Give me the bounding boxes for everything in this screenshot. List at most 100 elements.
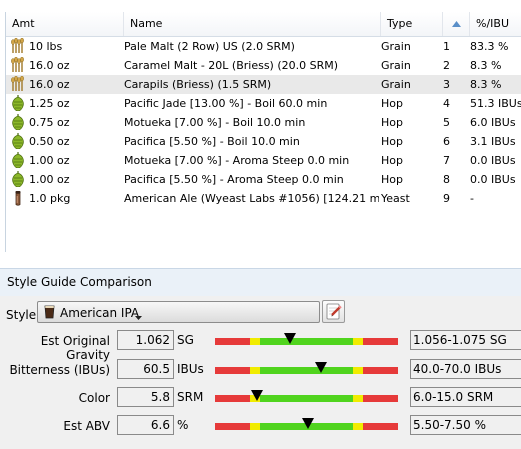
range-bar-og — [215, 333, 398, 345]
grain-icon — [10, 37, 26, 56]
column-header-type[interactable]: Type — [381, 12, 443, 36]
amount: 10 lbs — [29, 40, 63, 53]
range-bar-warning-low — [250, 338, 260, 345]
ingredient-type: Yeast — [381, 192, 410, 205]
table-row[interactable]: 10 lbs Pale Malt (2 Row) US (2.0 SRM) Gr… — [6, 37, 521, 56]
ingredient-number: 9 — [443, 192, 450, 205]
range-bar-high — [363, 395, 398, 402]
ingredient-name: Motueka [7.00 %] - Boil 10.0 min — [124, 116, 306, 129]
ingredient-number: 4 — [443, 97, 450, 110]
table-row[interactable]: 1.00 oz Motueka [7.00 %] - Aroma Steep 0… — [6, 151, 521, 170]
ingredient-number: 8 — [443, 173, 450, 186]
amount: 1.00 oz — [29, 154, 70, 167]
metric-unit: IBUs — [177, 362, 204, 376]
ingredient-percent-ibu: 83.3 % — [470, 40, 509, 53]
range-bar-low — [215, 423, 250, 430]
ingredient-name: Pacific Jade [13.00 %] - Boil 60.0 min — [124, 97, 328, 110]
metric-value: 60.5 — [117, 359, 174, 379]
column-header-percent-ibu[interactable]: %/IBU — [470, 12, 521, 36]
hop-icon — [10, 95, 26, 113]
style-dropdown-value: American IPA — [60, 306, 140, 320]
ingredient-number: 2 — [443, 59, 450, 72]
range-bar-in-range — [260, 367, 353, 374]
ingredient-name: American Ale (Wyeast Labs #1056) [124.21… — [124, 192, 379, 205]
range-bar-high — [363, 367, 398, 374]
ingredient-percent-ibu: 8.3 % — [470, 59, 502, 72]
ingredient-name: Pale Malt (2 Row) US (2.0 SRM) — [124, 40, 295, 53]
amount: 16.0 oz — [29, 78, 70, 91]
edit-style-button[interactable] — [322, 300, 345, 323]
ingredient-number: 6 — [443, 135, 450, 148]
ingredient-percent-ibu: 3.1 IBUs — [470, 135, 516, 148]
chevron-down-icon — [135, 310, 142, 323]
range-text: 1.056-1.075 SG — [410, 330, 521, 350]
amount: 0.75 oz — [29, 116, 70, 129]
ingredient-type: Hop — [381, 154, 403, 167]
range-marker-icon — [302, 418, 315, 432]
yeast-icon — [10, 190, 26, 208]
metric-value: 5.8 — [117, 387, 174, 407]
column-header-amt[interactable]: Amt — [6, 12, 124, 36]
range-text: 40.0-70.0 IBUs — [410, 359, 521, 379]
ingredient-type: Hop — [381, 173, 403, 186]
range-marker-icon — [251, 390, 264, 404]
beer-glass-icon — [44, 305, 55, 322]
hop-icon — [10, 152, 26, 170]
range-text: 5.50-7.50 % — [410, 415, 521, 435]
range-bar-ibu — [215, 362, 398, 374]
ingredient-type: Grain — [381, 78, 411, 91]
ingredient-percent-ibu: 0.0 IBUs — [470, 173, 516, 186]
metric-label: Est ABV — [63, 419, 110, 433]
table-row[interactable]: 0.75 oz Motueka [7.00 %] - Boil 10.0 min… — [6, 113, 521, 132]
range-bar-warning-high — [353, 395, 363, 402]
range-bar-low — [215, 367, 250, 374]
metric-label: Color — [78, 391, 110, 405]
range-bar-low — [215, 338, 250, 345]
hop-icon — [10, 171, 26, 189]
ingredient-type: Hop — [381, 97, 403, 110]
range-bar-high — [363, 338, 398, 345]
range-bar-abv — [215, 418, 398, 430]
style-dropdown[interactable]: American IPA — [37, 301, 320, 323]
metric-value: 1.062 — [117, 330, 174, 350]
range-bar-warning-high — [353, 423, 363, 430]
metric-unit: SRM — [177, 390, 204, 404]
range-marker-icon — [284, 333, 297, 347]
ingredient-number: 1 — [443, 40, 450, 53]
style-guide-panel: Style American IPA Est Original Gravity … — [0, 296, 521, 449]
ingredient-type: Hop — [381, 135, 403, 148]
amount: 0.50 oz — [29, 135, 70, 148]
ingredient-type: Grain — [381, 59, 411, 72]
range-bar-low — [215, 395, 250, 402]
ingredient-number: 5 — [443, 116, 450, 129]
amount: 1.00 oz — [29, 173, 70, 186]
ingredient-type: Hop — [381, 116, 403, 129]
metric-unit: SG — [177, 333, 194, 347]
table-row[interactable]: 16.0 oz Caramel Malt - 20L (Briess) (20.… — [6, 56, 521, 75]
table-row[interactable]: 1.00 oz Pacifica [5.50 %] - Aroma Steep … — [6, 170, 521, 189]
ingredient-percent-ibu: 51.3 IBUs — [470, 97, 521, 110]
column-header-number[interactable] — [443, 12, 470, 36]
hop-icon — [10, 114, 26, 132]
sort-ascending-icon — [451, 21, 461, 27]
ingredient-name: Caramel Malt - 20L (Briess) (20.0 SRM) — [124, 59, 339, 72]
ingredient-type: Grain — [381, 40, 411, 53]
metric-label: Bitterness (IBUs) — [9, 363, 110, 377]
edit-style-icon — [323, 303, 344, 325]
table-row-selected[interactable]: 16.0 oz Carapils (Briess) (1.5 SRM) Grai… — [6, 75, 521, 94]
range-bar-warning-low — [250, 423, 260, 430]
amount: 16.0 oz — [29, 59, 70, 72]
range-marker-icon — [315, 362, 328, 376]
grain-icon — [10, 56, 26, 75]
ingredients-table: Amt Name Type %/IBU 10 lbs Pale Malt (2 … — [5, 12, 521, 252]
ingredient-name: Pacifica [5.50 %] - Boil 10.0 min — [124, 135, 300, 148]
table-row[interactable]: 0.50 oz Pacifica [5.50 %] - Boil 10.0 mi… — [6, 132, 521, 151]
column-header-name[interactable]: Name — [124, 12, 381, 36]
hop-icon — [10, 133, 26, 151]
range-bar-warning-low — [250, 367, 260, 374]
table-row[interactable]: 1.0 pkg American Ale (Wyeast Labs #1056)… — [6, 189, 521, 208]
amount: 1.25 oz — [29, 97, 70, 110]
table-header: Amt Name Type %/IBU — [6, 12, 521, 37]
range-text: 6.0-15.0 SRM — [410, 387, 521, 407]
table-row[interactable]: 1.25 oz Pacific Jade [13.00 %] - Boil 60… — [6, 94, 521, 113]
